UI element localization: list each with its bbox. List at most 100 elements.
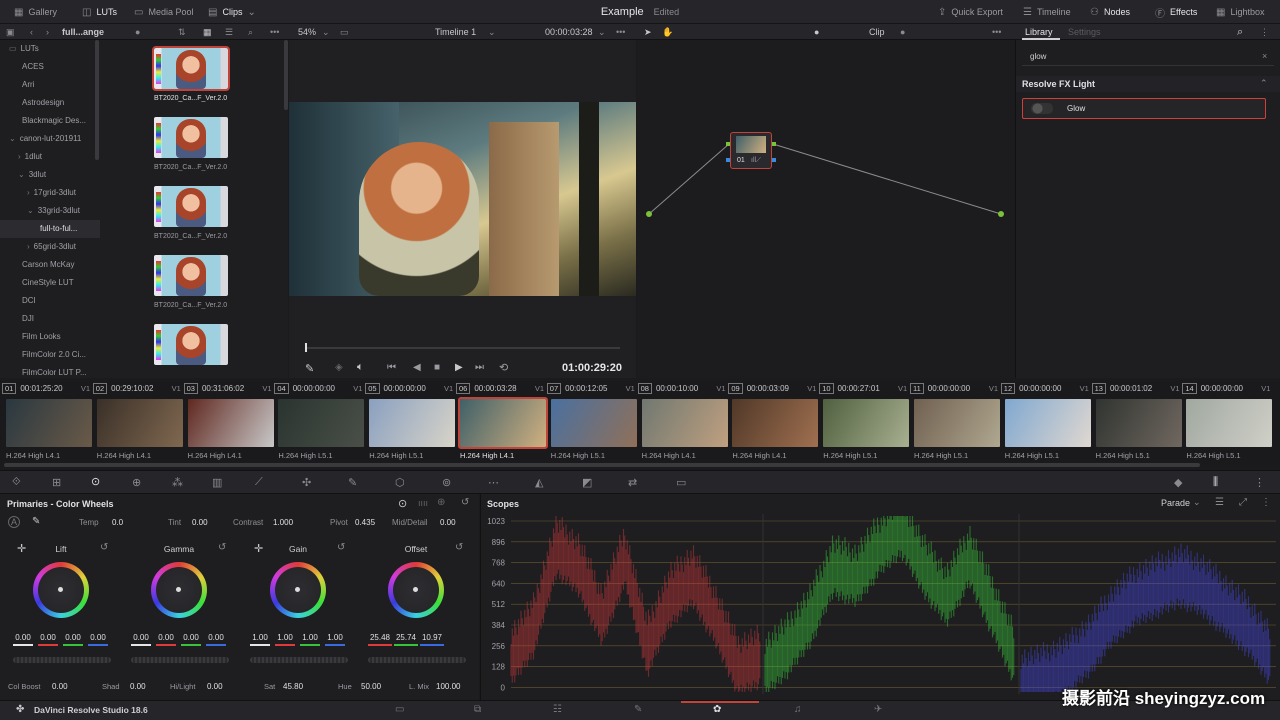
search-icon[interactable]: ⌕ (1237, 24, 1243, 40)
timeline-clip[interactable]: 13 00:00:01:02 V1 H.264 High L5.1 (1091, 381, 1183, 465)
lmix-value[interactable]: 100.00 (436, 682, 460, 691)
lut-tree-item[interactable]: DJI (0, 310, 100, 328)
wheel-value[interactable]: 1.00 (300, 633, 320, 642)
lut-thumbnail[interactable] (154, 255, 228, 296)
node-input[interactable] (726, 142, 730, 146)
timeline-clip[interactable]: 01 00:01:25:20 V1 H.264 High L4.1 (2, 381, 93, 465)
timeline-clip[interactable]: 02 00:29:10:02 V1 H.264 High L4.1 (92, 381, 184, 465)
luts-button[interactable]: ◫ LUTs (82, 0, 117, 24)
skip-start-icon[interactable]: ⏮︎ (387, 362, 396, 373)
fusion-page-icon[interactable]: ✎ (634, 704, 642, 715)
log-mode-icon[interactable]: ⊕ (437, 497, 445, 508)
lut-thumbnail[interactable] (154, 117, 228, 158)
stop-icon[interactable]: ■ (434, 362, 440, 373)
lut-tree-item[interactable]: Astrodesign (0, 94, 100, 112)
more-icon[interactable]: ••• (270, 24, 279, 40)
wheel-value[interactable]: 0.00 (63, 633, 83, 642)
scope-mode-select[interactable]: Parade (1161, 498, 1190, 508)
hue-value[interactable]: 50.00 (361, 682, 381, 691)
timeline-clip[interactable]: 06 00:00:03:28 V1 H.264 High L4.1 (456, 381, 548, 465)
search-field[interactable]: glow × (1022, 48, 1274, 66)
wheel-handle[interactable] (295, 587, 300, 592)
wheel-value[interactable]: 25.48 (368, 633, 392, 642)
quick-export-button[interactable]: ⇪ Quick Export (938, 0, 1003, 24)
wheel-value[interactable]: 0.00 (131, 633, 151, 642)
color-wheel[interactable] (151, 562, 207, 618)
fairlight-page-icon[interactable]: ♫ (794, 704, 802, 715)
lut-tree-item[interactable]: FilmColor 2.0 Ci... (0, 346, 100, 364)
lut-tree-item[interactable]: Blackmagic Des... (0, 112, 100, 130)
scrollbar[interactable] (95, 40, 99, 160)
reset-icon[interactable]: ↺ (100, 542, 108, 553)
sizing-icon[interactable]: ⇄ (628, 476, 637, 489)
skip-end-icon[interactable]: ⏭︎ (475, 362, 484, 373)
color-wheel[interactable] (388, 562, 444, 618)
middetail-value[interactable]: 0.00 (440, 518, 456, 527)
curves-icon[interactable]: ⟋ (255, 476, 263, 489)
wheel-handle[interactable] (176, 587, 181, 592)
info-icon[interactable]: ◆ (1174, 476, 1182, 489)
lightbox-button[interactable]: ▦ Lightbox (1216, 0, 1264, 24)
tracker-icon[interactable]: ⊚ (442, 476, 451, 489)
lut-thumbnail[interactable] (154, 324, 228, 365)
wheel-value[interactable]: 0.00 (181, 633, 201, 642)
key-icon[interactable]: ◩ (582, 476, 592, 489)
grid-view-icon[interactable]: ▦ (203, 24, 212, 40)
more-icon[interactable]: ⋮ (1261, 497, 1271, 508)
back-icon[interactable]: ‹ (30, 24, 33, 40)
playhead[interactable] (305, 343, 307, 352)
effect-item-glow[interactable]: Glow (1022, 98, 1266, 119)
wheel-value[interactable]: 1.00 (275, 633, 295, 642)
timeline-clip[interactable]: 08 00:00:10:00 V1 H.264 High L4.1 (637, 381, 729, 465)
section-header[interactable]: Resolve FX Light ⌃ (1016, 76, 1280, 92)
zoom-select[interactable]: 54% (298, 24, 316, 40)
lut-tree-item[interactable]: full-to-ful... (0, 220, 100, 238)
video-frame[interactable] (289, 102, 636, 296)
bars-mode-icon[interactable]: ıııı (418, 498, 428, 508)
lut-tree-item[interactable]: › 17grid-3dlut (0, 184, 100, 202)
tint-value[interactable]: 0.00 (192, 518, 208, 527)
node-01[interactable]: 01 ıll⟋ (730, 132, 772, 169)
expand-icon[interactable]: ⤢ (1239, 497, 1247, 508)
lut-tree-item[interactable]: FilmColor LUT P... (0, 364, 100, 378)
more-icon[interactable]: ⋮ (1254, 476, 1265, 489)
wheel-value[interactable]: 1.00 (250, 633, 270, 642)
rgb-mixer-icon[interactable]: ⁂ (172, 476, 183, 489)
gallery-button[interactable]: ▦ Gallery (14, 0, 57, 24)
blur-icon[interactable]: ◭ (535, 476, 543, 489)
more-icon[interactable]: ⋮ (1260, 24, 1269, 40)
effects-button[interactable]: Ⓕ Effects (1155, 0, 1197, 24)
timeline-clip[interactable]: 14 00:00:00:00 V1 H.264 High L5.1 (1182, 381, 1273, 465)
color-warper-icon[interactable]: ✣ (302, 476, 311, 489)
search-icon[interactable]: ⌕ (248, 24, 253, 40)
play-icon[interactable]: ▶ (455, 362, 463, 373)
lut-tree-item[interactable]: Carson McKay (0, 256, 100, 274)
volume-icon[interactable]: 🔈︎ (357, 361, 364, 374)
forward-icon[interactable]: › (46, 24, 49, 40)
clips-button[interactable]: ▤ Clips ⌄ (208, 0, 256, 24)
shad-value[interactable]: 0.00 (130, 682, 146, 691)
step-back-icon[interactable]: ◀ (413, 362, 421, 373)
timeline-button[interactable]: ☰ Timeline (1023, 0, 1071, 24)
node-output[interactable] (772, 142, 776, 146)
hdr-icon[interactable]: ⊕ (132, 476, 141, 489)
lut-tree-item[interactable]: ⌄ canon-lut-201911 (0, 130, 100, 148)
lut-tree-item[interactable]: › 1dlut (0, 148, 100, 166)
qualifier-icon[interactable]: ✎ (348, 476, 357, 489)
motion-effects-icon[interactable]: ▥ (212, 476, 222, 489)
master-wheel-slider[interactable] (250, 657, 348, 663)
scrollbar[interactable] (284, 40, 288, 110)
cut-page-icon[interactable]: ⧉ (474, 704, 481, 715)
lut-tree-item[interactable]: Arri (0, 76, 100, 94)
node-key-input[interactable] (726, 158, 730, 162)
reset-icon[interactable]: ↺ (461, 497, 469, 508)
timeline-clip[interactable]: 07 00:00:12:05 V1 H.264 High L5.1 (546, 381, 638, 465)
wheel-value[interactable]: 0.00 (156, 633, 176, 642)
magic-mask-icon[interactable]: ⋯ (488, 476, 499, 489)
scope-settings-icon[interactable]: ☰ (1215, 497, 1224, 508)
lut-tree-item[interactable]: ACES (0, 58, 100, 76)
nodes-button[interactable]: ⚇ Nodes (1090, 0, 1130, 24)
node-key-output[interactable] (772, 158, 776, 162)
lut-tree-item[interactable]: CineStyle LUT (0, 274, 100, 292)
crosshair-icon[interactable]: ✛ (17, 542, 26, 555)
